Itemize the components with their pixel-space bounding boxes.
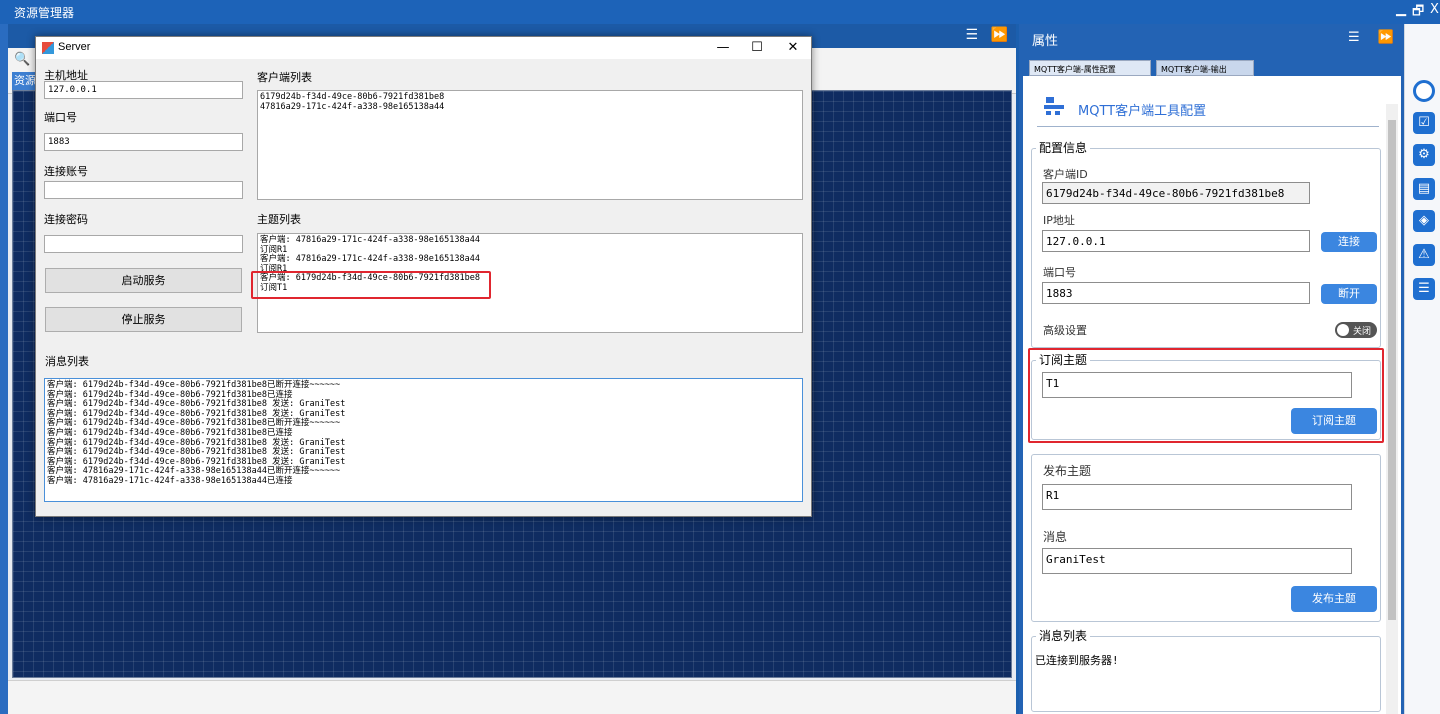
host-input[interactable]: 127.0.0.1 [44,81,243,99]
tree-icon[interactable]: ☰ [1413,278,1435,300]
list-settings-icon[interactable]: ⚙ [1413,144,1435,166]
client-id-field[interactable]: 6179d24b-f34d-49ce-80b6-7921fd381be8 [1042,182,1310,204]
minimize-button[interactable]: ▁ [1396,2,1406,17]
properties-title: 属性 [1032,34,1059,49]
topics-label: 主题列表 [257,213,301,226]
port-label: 端口号 [1043,266,1076,279]
toggle-knob [1337,324,1349,336]
clients-label: 客户端列表 [257,71,312,84]
message-input[interactable]: GraniTest [1042,548,1352,574]
password-label: 连接密码 [44,213,88,226]
list-item[interactable]: 客户端: 47816a29-171c-424f-a338-98e165138a4… [260,255,800,265]
pin-icon[interactable]: ⏩ [1378,30,1394,45]
menu-icon[interactable]: ☰ [966,27,979,43]
messages-list[interactable]: 客户端: 6179d24b-f34d-49ce-80b6-7921fd381be… [44,378,803,502]
disconnect-button[interactable]: 断开 [1321,284,1377,304]
list-item[interactable]: 47816a29-171c-424f-a338-98e165138a44 [260,102,800,113]
tab-output[interactable]: MQTT客户端-输出 [1156,60,1254,76]
layers-icon[interactable]: ◈ [1413,210,1435,232]
properties-scrollbar[interactable] [1386,104,1398,714]
ip-label: IP地址 [1043,214,1075,227]
server-title: Server [58,41,91,53]
client-id-label: 客户端ID [1043,168,1088,181]
highlight-box [1028,348,1384,443]
message-label: 消息 [1043,530,1068,544]
port-label: 端口号 [44,111,77,124]
server-window: Server — ☐ ✕ 主机地址 127.0.0.1 端口号 1883 连接账… [35,36,812,517]
dashboard-icon[interactable]: ▤ [1413,178,1435,200]
message-list-output[interactable]: 已连接到服务器! [1032,648,1378,708]
messages-label: 消息列表 [45,355,89,368]
advanced-label: 高级设置 [1043,324,1087,337]
password-input[interactable] [44,235,243,253]
port-input[interactable]: 1883 [44,133,243,151]
account-input[interactable] [44,181,243,199]
close-button[interactable]: X [1430,2,1439,17]
server-title-bar: Server — ☐ ✕ [36,37,811,59]
app-title: 资源管理器 [14,6,75,20]
connect-button[interactable]: 连接 [1321,232,1377,252]
server-minimize-button[interactable]: — [708,39,738,57]
stop-service-button[interactable]: 停止服务 [45,307,242,332]
app-icon [42,42,54,54]
publish-topic-input[interactable]: R1 [1042,484,1352,510]
account-label: 连接账号 [44,165,88,178]
tool-title: MQTT客户端工具配置 [1078,104,1207,119]
start-service-button[interactable]: 启动服务 [45,268,242,293]
tab-properties[interactable]: MQTT客户端-属性配置 [1029,60,1151,76]
title-divider [1037,126,1379,127]
left-strip [0,24,8,714]
scrollbar-thumb[interactable] [1388,120,1396,620]
ip-input[interactable]: 127.0.0.1 [1042,230,1310,252]
list-item[interactable]: 客户端: 47816a29-171c-424f-a338-98e165138a4… [260,235,800,246]
message-list-title: 消息列表 [1036,627,1091,644]
explorer-bottom-bar [8,680,1016,714]
list-item: 客户端: 47816a29-171c-424f-a338-98e165138a4… [47,475,293,486]
restore-button[interactable]: 🗗 [1412,2,1424,24]
search-icon[interactable]: 🔍 [14,52,30,67]
advanced-toggle[interactable]: 关闭 [1335,322,1377,338]
config-section-title: 配置信息 [1036,139,1091,156]
properties-pane: 属性 ☰ ⏩ MQTT客户端-属性配置 MQTT客户端-输出 MQTT客户端工具… [1019,24,1404,714]
sync-icon[interactable] [1413,80,1435,102]
checklist-icon[interactable]: ☑ [1413,112,1435,134]
publish-button[interactable]: 发布主题 [1291,586,1377,612]
config-tool-icon [1043,96,1065,116]
right-icon-bar: ☑ ⚙ ▤ ◈ ⚠ ☰ [1404,24,1440,714]
publish-section-title: 发布主题 [1043,464,1092,478]
properties-panel: MQTT客户端工具配置 配置信息 客户端ID 6179d24b-f34d-49c… [1023,76,1401,714]
server-maximize-button[interactable]: ☐ [742,39,772,57]
pin-icon[interactable]: ⏩ [991,27,1008,43]
clients-list[interactable]: 6179d24b-f34d-49ce-80b6-7921fd381be8 478… [257,90,803,200]
app-title-bar: 资源管理器 ▁ 🗗 X [0,0,1440,24]
toggle-label: 关闭 [1353,327,1372,337]
menu-icon[interactable]: ☰ [1348,30,1360,45]
warning-icon[interactable]: ⚠ [1413,244,1435,266]
highlight-box [251,271,491,299]
server-close-button[interactable]: ✕ [778,39,808,57]
port-input[interactable]: 1883 [1042,282,1310,304]
